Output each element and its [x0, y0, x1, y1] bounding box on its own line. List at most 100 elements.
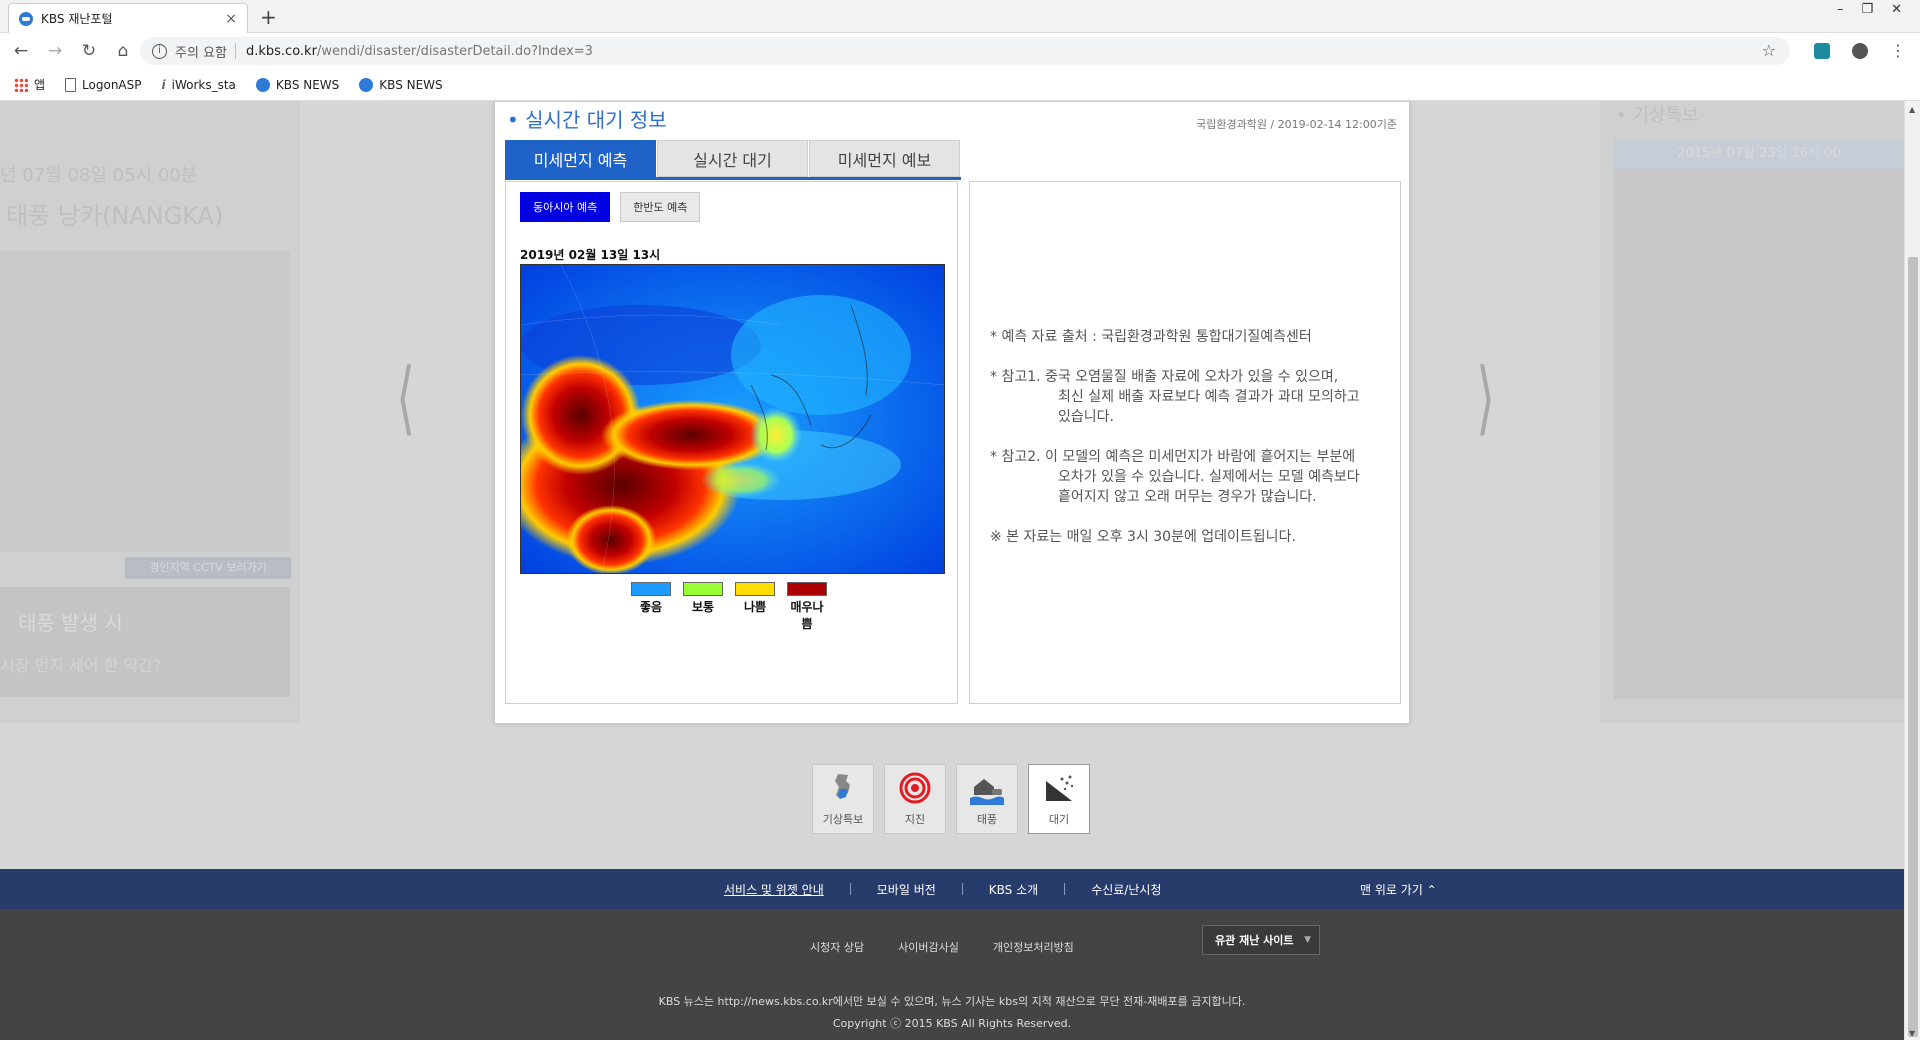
bg-promo-sub: 시장 먼지 세어 한 약간? [0, 656, 162, 675]
back-to-top-link[interactable]: 맨 위로 가기 ⌃ [1360, 881, 1437, 898]
footer-link-privacy[interactable]: 개인정보처리방침 [993, 939, 1074, 955]
korea-peninsula-button[interactable]: 한반도 예측 [620, 192, 701, 222]
tab-dust-forecast[interactable]: 미세먼지 예보 [809, 140, 960, 177]
air-quality-card: • 실시간 대기 정보 국립환경과학원 / 2019-02-14 12:00기준… [494, 101, 1410, 724]
divider [1064, 883, 1066, 895]
bg-weather-title: • 기상특보 [1616, 105, 1699, 126]
tab-realtime-air[interactable]: 실시간 대기 [657, 140, 808, 177]
bookmarks-bar: 앱 LogonASP i iWorks_sta KBS NEWS KBS NEWS [0, 69, 1920, 101]
browser-tabstrip: KBS 재난포털 × + – ❐ ✕ [0, 0, 1920, 33]
card-source: 국립환경과학원 / 2019-02-14 12:00기준 [1196, 118, 1397, 131]
footer-link-audit[interactable]: 사이버감사실 [898, 939, 959, 955]
notes-text: * 예측 자료 출처 : 국립환경과학원 통합대기질예측센터 * 참고1. 중국… [990, 327, 1395, 567]
sub-button-group: 동아시아 예측 한반도 예측 [520, 192, 701, 222]
map-legend: 좋음 보통 나쁨 매우나쁨 [631, 582, 827, 632]
footer-link-service[interactable]: 서비스 및 위젯 안내 [724, 881, 824, 898]
browser-tab[interactable]: KBS 재난포털 × [8, 3, 248, 33]
minimize-icon[interactable]: – [1837, 2, 1844, 17]
note-source: * 예측 자료 출처 : 국립환경과학원 통합대기질예측센터 [990, 329, 1312, 345]
bg-promo-title: 태풍 발생 시 [18, 611, 123, 635]
bg-typhoon-table [0, 251, 290, 551]
page-scrollbar[interactable]: ▲ ▼ [1904, 101, 1920, 1040]
legend-item-normal: 보통 [683, 582, 723, 632]
back-icon[interactable]: ← [8, 41, 34, 61]
next-arrow-icon[interactable]: ⟩ [1476, 351, 1495, 444]
back-to-top-label: 맨 위로 가기 [1360, 882, 1423, 897]
footer-notice: KBS 뉴스는 http://news.kbs.co.kr에서만 보실 수 있으… [658, 995, 1246, 1008]
iworks-icon: i [161, 77, 166, 92]
home-icon[interactable]: ⌂ [110, 41, 136, 61]
prev-arrow-icon[interactable]: ⟨ [396, 351, 415, 444]
category-label: 기상특보 [822, 813, 864, 826]
legend-label: 좋음 [639, 600, 663, 614]
bg-typhoon-promo: 태풍 발생 시 시장 먼지 세어 한 약간? [0, 587, 290, 697]
bookmark-label: 앱 [34, 78, 46, 92]
bg-typhoon-name: 태풍 낭카(NANGKA) [6, 202, 224, 230]
note-ref2: * 참고2. 이 모델의 예측은 미세먼지가 바람에 흩어지는 부분에 오차가 … [990, 447, 1395, 507]
bookmark-iworks[interactable]: i iWorks_sta [162, 78, 236, 92]
note-ref1: * 참고1. 중국 오염물질 배출 자료에 오차가 있을 수 있으며, 최신 실… [990, 367, 1395, 427]
scrollbar-thumb[interactable] [1908, 257, 1918, 1037]
legend-swatch [735, 582, 775, 596]
close-window-icon[interactable]: ✕ [1891, 2, 1902, 17]
footer-links: 시청자 상담 사이버감사실 개인정보처리방침 [810, 939, 1074, 955]
east-asia-button[interactable]: 동아시아 예측 [520, 192, 611, 222]
menu-icon[interactable]: ⋮ [1890, 41, 1906, 60]
category-typhoon[interactable]: 태풍 [956, 764, 1018, 834]
footer-link-kbs[interactable]: KBS 소개 [989, 881, 1038, 898]
note-ref1-line1: * 참고1. 중국 오염물질 배출 자료에 오차가 있을 수 있으며, [990, 369, 1339, 385]
kbs-favicon-icon [19, 11, 33, 26]
footer-nav: 서비스 및 위젯 안내 모바일 버전 KBS 소개 수신료/난시청 맨 위로 가… [0, 869, 1904, 909]
tab-bar: 미세먼지 예측 실시간 대기 미세먼지 예보 [505, 140, 961, 180]
new-tab-button[interactable]: + [260, 5, 277, 29]
tab-dust-prediction[interactable]: 미세먼지 예측 [505, 140, 656, 177]
category-air[interactable]: 대기 [1028, 764, 1090, 834]
forward-icon[interactable]: → [42, 41, 68, 61]
address-bar[interactable]: i 주의 요함 d.kbs.co.kr /wendi/disaster/disa… [140, 37, 1790, 65]
bookmark-apps[interactable]: 앱 [14, 76, 45, 93]
related-site-label: 유관 재난 사이트 [1215, 934, 1294, 947]
close-icon[interactable]: × [225, 11, 237, 27]
category-label: 태풍 [976, 813, 998, 826]
footer-nav-links: 서비스 및 위젯 안내 모바일 버전 KBS 소개 수신료/난시청 [724, 881, 1161, 898]
category-bar: 기상특보 지진 태풍 대기 [812, 764, 1090, 834]
category-earthquake[interactable]: 지진 [884, 764, 946, 834]
footer-link-consult[interactable]: 시청자 상담 [810, 939, 864, 955]
scroll-up-icon[interactable]: ▲ [1909, 105, 1915, 114]
notes-panel: * 예측 자료 출처 : 국립환경과학원 통합대기질예측센터 * 참고1. 중국… [969, 181, 1401, 704]
footer-link-fee[interactable]: 수신료/난시청 [1091, 881, 1161, 898]
info-icon[interactable]: i [152, 43, 167, 59]
browser-toolbar: ← → ↻ ⌂ i 주의 요함 d.kbs.co.kr /wendi/disas… [0, 33, 1920, 69]
legend-item-bad: 나쁨 [735, 582, 775, 632]
map-date: 2019년 02월 13일 13시 [520, 248, 661, 262]
bookmark-kbs-news-2[interactable]: KBS NEWS [359, 77, 443, 92]
background-left-panel: 년 07월 08일 05시 00분 태풍 낭카(NANGKA) 경인지역 CCT… [0, 101, 300, 723]
legend-item-very-bad: 매우나쁨 [787, 582, 827, 632]
korea-map-icon [835, 774, 850, 799]
note-update: ※ 본 자료는 매일 오후 3시 30분에 업데이트됩니다. [990, 529, 1296, 545]
reload-icon[interactable]: ↻ [76, 41, 102, 61]
chevron-up-icon: ⌃ [1426, 882, 1437, 897]
chevron-down-icon: ▼ [1304, 935, 1311, 945]
footer-link-mobile[interactable]: 모바일 버전 [877, 881, 936, 898]
url-path: /wendi/disaster/disasterDetail.do?Index=… [316, 43, 593, 59]
dust-prediction-map [520, 264, 945, 574]
scroll-down-icon[interactable]: ▼ [1909, 1029, 1915, 1038]
related-site-select[interactable]: 유관 재난 사이트 ▼ [1202, 925, 1320, 955]
divider [234, 43, 236, 59]
kbs-icon [359, 77, 374, 92]
category-weather-warning[interactable]: 기상특보 [812, 764, 874, 834]
legend-label: 보통 [691, 600, 715, 614]
bookmark-logonasp[interactable]: LogonASP [65, 77, 142, 92]
dust-slope-icon [1046, 775, 1074, 801]
prediction-panel: 동아시아 예측 한반도 예측 2019년 02월 13일 13시 좋음 보통 나… [505, 181, 958, 704]
profile-icon[interactable] [1852, 42, 1868, 59]
note-ref2-line1: * 참고2. 이 모델의 예측은 미세먼지가 바람에 흩어지는 부분에 [990, 449, 1356, 465]
bookmark-star-icon[interactable]: ☆ [1762, 41, 1776, 60]
extension-icon[interactable] [1814, 42, 1830, 59]
restore-icon[interactable]: ❐ [1861, 2, 1873, 17]
note-ref2-line3: 흩어지지 않고 오래 머무는 경우가 많습니다. [1058, 489, 1317, 505]
bookmark-kbs-news-1[interactable]: KBS NEWS [255, 77, 339, 92]
note-ref2-line2: 오차가 있을 수 있습니다. 실제에서는 모델 예측보다 [1058, 469, 1360, 485]
page-icon [65, 77, 77, 92]
